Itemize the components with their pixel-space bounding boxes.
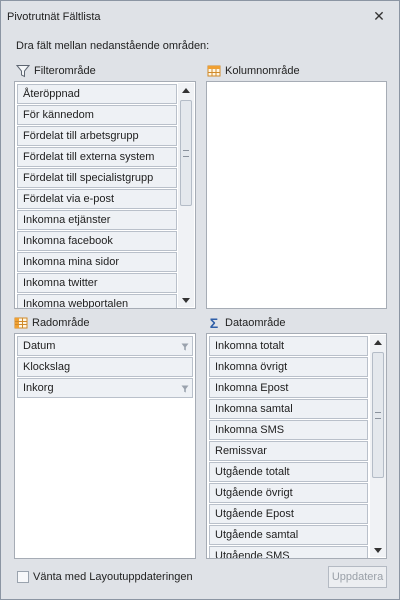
- filter-area-field-label: Inkomna facebook: [23, 235, 113, 247]
- field-filter-icon: [181, 339, 189, 351]
- filter-area-field-label: Inkomna mina sidor: [23, 256, 119, 268]
- data-area-field-label: Utgående totalt: [215, 466, 290, 478]
- column-table-icon: [207, 65, 221, 77]
- filter-area-field[interactable]: Inkomna twitter: [17, 273, 177, 293]
- window-title: Pivotrutnät Fältlista: [7, 11, 101, 23]
- column-area-title: Kolumnområde: [225, 65, 300, 77]
- scroll-up-arrow-icon[interactable]: [178, 83, 194, 97]
- filter-area-field[interactable]: Fördelat till arbetsgrupp: [17, 126, 177, 146]
- filter-area-field[interactable]: Fördelat via e-post: [17, 189, 177, 209]
- filter-area-field[interactable]: Inkomna facebook: [17, 231, 177, 251]
- data-area-panel[interactable]: Inkomna totalt Inkomna övrigt Inkomna Epos…: [206, 333, 387, 559]
- data-area-field-label: Utgående SMS: [215, 550, 290, 559]
- scroll-up-arrow-icon[interactable]: [370, 335, 386, 349]
- filter-area-field[interactable]: Inkomna etjänster: [17, 210, 177, 230]
- data-area-field-label: Utgående övrigt: [215, 487, 293, 499]
- filter-scrollbar[interactable]: [178, 83, 194, 307]
- filter-area-field-label: Fördelat via e-post: [23, 193, 115, 205]
- filter-area-field[interactable]: Inkomna webportalen: [17, 294, 177, 309]
- data-area-field-label: Remissvar: [215, 445, 267, 457]
- data-area-field-label: Inkomna övrigt: [215, 361, 288, 373]
- row-area-panel[interactable]: Datum Klockslag Inkorg: [14, 333, 196, 559]
- scroll-down-arrow-icon[interactable]: [370, 543, 386, 557]
- data-area-field-label: Inkomna totalt: [215, 340, 285, 352]
- filter-area-field[interactable]: Fördelat till specialistgrupp: [17, 168, 177, 188]
- filter-area-field-label: Inkomna webportalen: [23, 298, 129, 309]
- data-area-field[interactable]: Utgående Epost: [209, 504, 368, 524]
- filter-area-field-label: Fördelat till arbetsgrupp: [23, 130, 139, 142]
- filter-icon: [16, 65, 30, 78]
- close-icon[interactable]: ✕: [373, 9, 385, 23]
- data-area-field[interactable]: Inkomna totalt: [209, 336, 368, 356]
- data-area-field[interactable]: Utgående SMS: [209, 546, 368, 559]
- data-area-field[interactable]: Inkomna SMS: [209, 420, 368, 440]
- column-area-label: Kolumnområde: [207, 63, 300, 79]
- row-area-label: Radområde: [14, 315, 89, 331]
- defer-layout-label: Vänta med Layoutuppdateringen: [33, 571, 193, 583]
- row-area-field-label: Datum: [23, 340, 56, 352]
- row-area-field-label: Inkorg: [23, 382, 54, 394]
- row-area-field-label: Klockslag: [23, 361, 71, 373]
- filter-area-field-label: För kännedom: [23, 109, 94, 121]
- filter-area-field-label: Inkomna twitter: [23, 277, 98, 289]
- row-table-icon: [14, 317, 28, 329]
- filter-area-title: Filterområde: [34, 65, 96, 77]
- data-area-field-label: Inkomna SMS: [215, 424, 285, 436]
- data-area-field[interactable]: Inkomna samtal: [209, 399, 368, 419]
- data-area-field[interactable]: Remissvar: [209, 441, 368, 461]
- filter-area-field[interactable]: Inkomna mina sidor: [17, 252, 177, 272]
- sigma-icon: Σ: [209, 315, 219, 331]
- scroll-thumb[interactable]: [180, 100, 192, 206]
- filter-area-field-label: Fördelat till specialistgrupp: [23, 172, 154, 184]
- data-area-field-label: Inkomna Epost: [215, 382, 289, 394]
- scroll-thumb[interactable]: [372, 352, 384, 478]
- row-area-field[interactable]: Datum: [17, 336, 193, 356]
- filter-area-field-label: Inkomna etjänster: [23, 214, 111, 226]
- row-area-title: Radområde: [32, 317, 90, 329]
- filter-area-field[interactable]: För kännedom: [17, 105, 177, 125]
- filter-area-field[interactable]: Fördelat till externa system: [17, 147, 177, 167]
- row-area-field[interactable]: Inkorg: [17, 378, 193, 398]
- filter-area-label: Filterområde: [16, 63, 96, 79]
- filter-area-field[interactable]: Återöppnad: [17, 84, 177, 104]
- filter-area-field-label: Fördelat till externa system: [23, 151, 155, 163]
- defer-layout-checkbox[interactable]: [17, 571, 29, 583]
- data-area-field-label: Utgående Epost: [215, 508, 294, 520]
- title-bar[interactable]: Pivotrutnät Fältlista ✕: [1, 1, 399, 27]
- instruction-text: Dra fält mellan nedanstående områden:: [16, 40, 210, 52]
- data-area-label: Σ Dataområde: [207, 315, 286, 331]
- data-area-title: Dataområde: [225, 317, 286, 329]
- field-filter-icon: [181, 381, 189, 393]
- data-area-field-label: Utgående samtal: [215, 529, 299, 541]
- data-area-field[interactable]: Utgående totalt: [209, 462, 368, 482]
- filter-area-field-label: Återöppnad: [23, 88, 80, 100]
- data-scrollbar[interactable]: [370, 335, 386, 557]
- data-area-field[interactable]: Inkomna Epost: [209, 378, 368, 398]
- filter-area-panel[interactable]: Återöppnad För kännedom Fördelat till arbe…: [14, 81, 196, 309]
- column-area-panel[interactable]: [206, 81, 387, 309]
- scroll-down-arrow-icon[interactable]: [178, 293, 194, 307]
- data-area-field[interactable]: Utgående samtal: [209, 525, 368, 545]
- data-area-field[interactable]: Utgående övrigt: [209, 483, 368, 503]
- data-area-field[interactable]: Inkomna övrigt: [209, 357, 368, 377]
- data-area-field-label: Inkomna samtal: [215, 403, 293, 415]
- pivot-field-list-window: Pivotrutnät Fältlista ✕ Dra fält mellan …: [0, 0, 400, 600]
- row-area-field[interactable]: Klockslag: [17, 357, 193, 377]
- update-button[interactable]: Uppdatera: [328, 566, 387, 588]
